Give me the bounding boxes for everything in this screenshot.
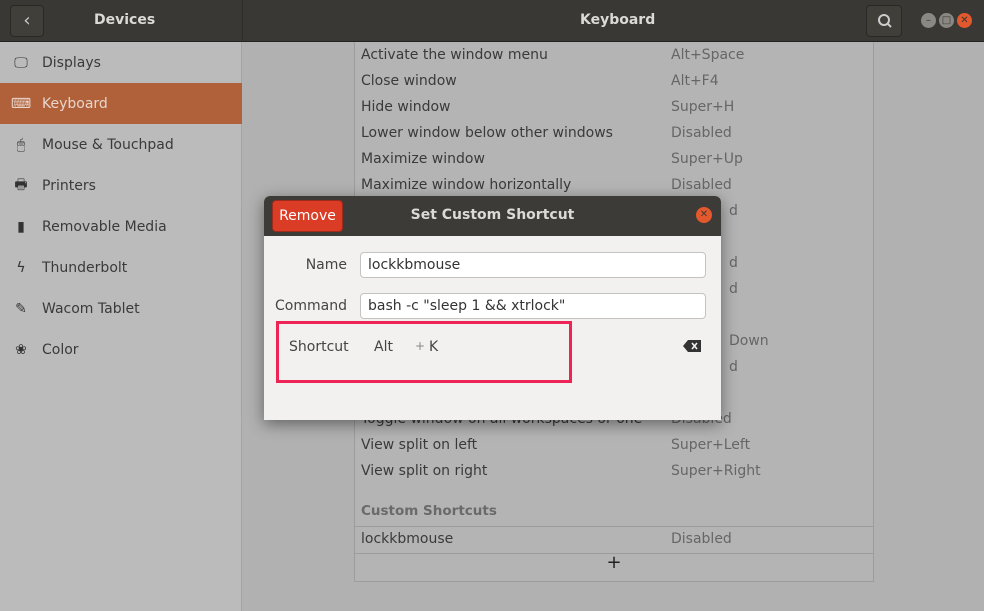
shortcut-name: Lower window below other windows xyxy=(361,125,613,141)
custom-shortcuts-title: Custom Shortcuts xyxy=(361,503,497,519)
sidebar-item-label: Printers xyxy=(42,177,96,194)
command-label: Command xyxy=(275,298,347,314)
table-row[interactable]: Lower window below other windows Disabled xyxy=(361,120,871,146)
table-row[interactable]: Close window Alt+F4 xyxy=(361,68,871,94)
divider xyxy=(242,0,243,42)
sidebar-item-displays[interactable]: 🖵 Displays xyxy=(0,42,242,83)
shortcut-value: d xyxy=(729,255,738,271)
shortcut-value: Disabled xyxy=(671,531,732,547)
tablet-icon: ✎ xyxy=(15,300,27,317)
table-row[interactable]: Activate the window menu Alt+Space xyxy=(361,42,871,68)
usb-icon: ▮ xyxy=(17,218,25,235)
set-custom-shortcut-dialog: Remove Set Custom Shortcut ✕ Name lockkb… xyxy=(264,196,721,420)
sidebar-item-label: Mouse & Touchpad xyxy=(42,136,174,153)
command-input[interactable]: bash -c "sleep 1 && xtrlock" xyxy=(360,293,706,319)
close-icon: ✕ xyxy=(699,209,709,220)
shortcut-value: Down xyxy=(729,333,769,349)
back-button[interactable]: ‹ xyxy=(10,5,44,37)
shortcut-name: Close window xyxy=(361,73,457,89)
shortcut-value: Disabled xyxy=(671,177,732,193)
shortcut-name: Maximize window xyxy=(361,151,485,167)
shortcut-name: View split on right xyxy=(361,463,488,479)
page-title: Keyboard xyxy=(580,12,656,28)
minimize-button[interactable]: – xyxy=(921,13,936,28)
dialog-title: Set Custom Shortcut xyxy=(410,207,575,223)
custom-shortcut-row[interactable]: lockkbmouse Disabled xyxy=(361,526,871,552)
shortcut-value: Super+Right xyxy=(671,463,761,479)
shortcut-value: Alt+Space xyxy=(671,47,745,63)
table-row[interactable]: View split on right Super+Right xyxy=(361,458,871,484)
sidebar-item-color[interactable]: ❀ Color xyxy=(0,329,242,370)
sidebar-item-removable-media[interactable]: ▮ Removable Media xyxy=(0,206,242,247)
maximize-button[interactable]: □ xyxy=(939,13,954,28)
shortcut-name: Activate the window menu xyxy=(361,47,548,63)
shortcut-value: Alt+F4 xyxy=(671,73,719,89)
shortcut-value: Super+Left xyxy=(671,437,751,453)
shortcut-name: Hide window xyxy=(361,99,451,115)
sidebar-item-label: Keyboard xyxy=(42,95,108,112)
sidebar-item-label: Thunderbolt xyxy=(42,259,128,276)
shortcut-value: d xyxy=(729,359,738,375)
search-button[interactable] xyxy=(866,5,902,37)
search-icon xyxy=(878,14,892,28)
shortcut-modifier[interactable]: Alt xyxy=(374,339,393,355)
keyboard-icon: ⌨ xyxy=(10,95,32,112)
header-bar: ‹ Devices Keyboard – □ ✕ xyxy=(0,0,984,42)
sidebar-item-printers[interactable]: 🖶 Printers xyxy=(0,165,242,206)
table-row[interactable]: Hide window Super+H xyxy=(361,94,871,120)
sidebar-item-label: Removable Media xyxy=(42,218,167,235)
table-row[interactable]: Maximize window Super+Up xyxy=(361,146,871,172)
shortcut-value: d xyxy=(729,281,738,297)
sidebar-item-thunderbolt[interactable]: ϟ Thunderbolt xyxy=(0,247,242,288)
sidebar-title: Devices xyxy=(94,12,156,28)
dialog-header: Remove Set Custom Shortcut ✕ xyxy=(264,196,721,236)
shortcut-value: Super+Up xyxy=(671,151,743,167)
sidebar-item-mouse-touchpad[interactable]: 🖱 Mouse & Touchpad xyxy=(0,124,242,165)
table-row[interactable]: View split on left Super+Left xyxy=(361,432,871,458)
shortcut-name: View split on left xyxy=(361,437,478,453)
sidebar-item-label: Displays xyxy=(42,54,101,71)
sidebar-item-wacom-tablet[interactable]: ✎ Wacom Tablet xyxy=(0,288,242,329)
add-shortcut-button[interactable]: + xyxy=(355,552,873,573)
shortcut-name: lockkbmouse xyxy=(361,531,454,547)
mouse-icon: 🖱 xyxy=(16,136,26,153)
dialog-close-button[interactable]: ✕ xyxy=(696,207,712,223)
shortcut-label: Shortcut xyxy=(289,339,349,355)
color-icon: ❀ xyxy=(15,341,27,358)
printer-icon: 🖶 xyxy=(14,176,28,193)
sidebar-item-label: Color xyxy=(42,341,79,358)
thunderbolt-icon: ϟ xyxy=(16,259,26,276)
shortcut-plus: + xyxy=(415,339,426,353)
name-label: Name xyxy=(305,257,347,273)
name-input[interactable]: lockkbmouse xyxy=(360,252,706,278)
shortcut-value: Super+H xyxy=(671,99,735,115)
sidebar: 🖵 Displays ⌨ Keyboard 🖱 Mouse & Touchpad 🖶 Prin… xyxy=(0,42,242,611)
table-row[interactable]: Maximize window horizontally Disabled xyxy=(361,172,871,198)
chevron-left-icon: ‹ xyxy=(23,10,31,31)
close-button[interactable]: ✕ xyxy=(957,13,972,28)
sidebar-item-label: Wacom Tablet xyxy=(42,300,140,317)
display-icon: 🖵 xyxy=(14,54,28,71)
shortcut-value: d xyxy=(729,203,738,219)
shortcut-key[interactable]: K xyxy=(429,339,438,355)
sidebar-item-keyboard[interactable]: ⌨ Keyboard xyxy=(0,83,242,124)
shortcut-value: Disabled xyxy=(671,125,732,141)
backspace-icon[interactable] xyxy=(683,340,701,352)
shortcut-name: Maximize window horizontally xyxy=(361,177,572,193)
